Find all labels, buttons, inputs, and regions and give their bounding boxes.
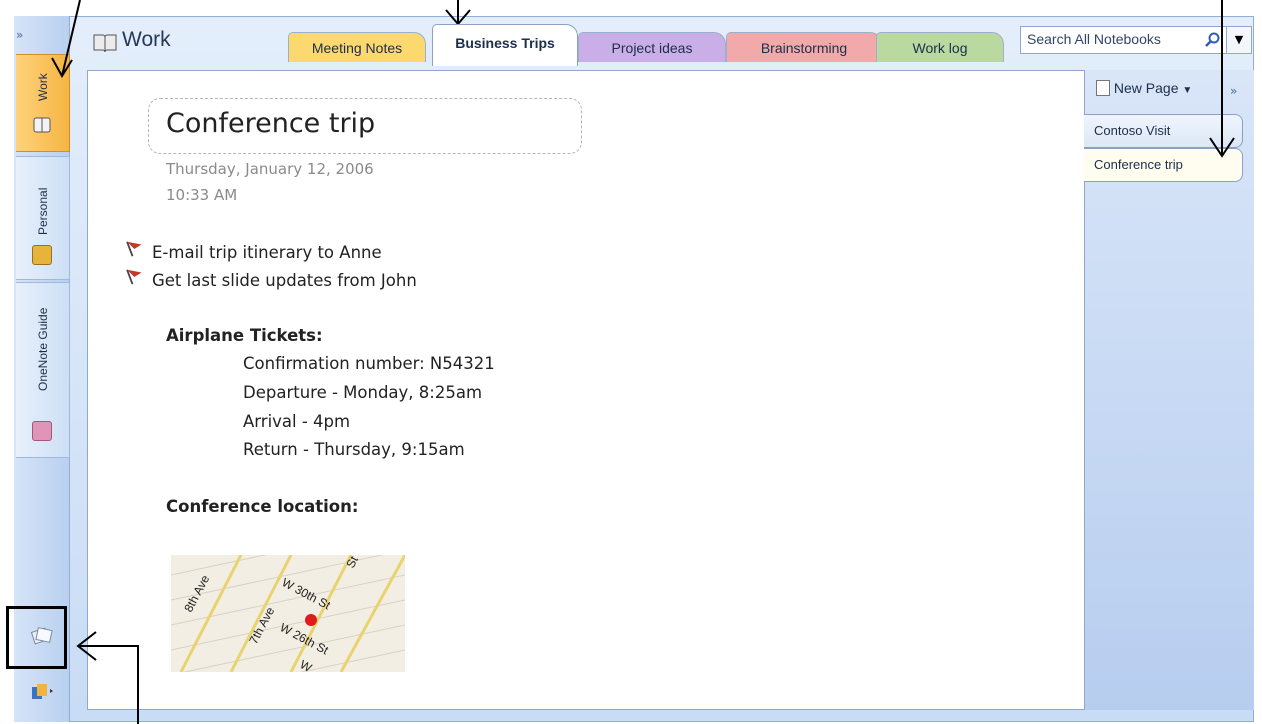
notebook-title: Work <box>122 28 171 51</box>
section-tab-brainstorming[interactable]: Brainstorming <box>726 32 882 62</box>
conference-map-image: 8th Ave W 30th St 7th Ave W 26th St St W <box>171 555 405 672</box>
notebook-tab-work[interactable]: Work <box>16 54 70 152</box>
notebook-tab-label: Work <box>36 73 50 101</box>
map-label: W 26th St <box>278 620 332 657</box>
collapse-navigation-button[interactable]: » <box>16 28 23 42</box>
new-page-label: New Page <box>1113 80 1179 96</box>
search-scope-dropdown[interactable]: ▼ <box>1227 26 1252 54</box>
flag-icon[interactable] <box>122 240 152 258</box>
map-drawing: 8th Ave W 30th St 7th Ave W 26th St St W <box>171 555 405 672</box>
new-page-icon <box>1096 80 1110 96</box>
notebook-icon <box>33 117 51 133</box>
search-placeholder: Search All Notebooks <box>1027 31 1161 47</box>
ticket-detail: Departure - Monday, 8:25am <box>243 383 483 402</box>
ticket-detail: Arrival - 4pm <box>243 412 351 431</box>
section-tab-project-ideas[interactable]: Project ideas <box>578 32 726 62</box>
task-text: Get last slide updates from John <box>152 271 417 290</box>
ticket-detail: Confirmation number: N54321 <box>243 354 495 373</box>
map-label: 7th Ave <box>246 604 277 646</box>
notebook-tab-label: Personal <box>36 187 50 235</box>
collapse-page-list-button[interactable]: » <box>1230 84 1237 98</box>
search-input[interactable]: Search All Notebooks <box>1020 26 1227 54</box>
map-label: W 30th St <box>280 575 334 612</box>
conference-location-heading: Conference location: <box>166 497 359 516</box>
task-text: E-mail trip itinerary to Anne <box>152 243 382 262</box>
page-tab-contoso-visit[interactable]: Contoso Visit <box>1084 114 1243 148</box>
search-icon[interactable] <box>1204 32 1220 48</box>
section-tab-meeting-notes[interactable]: Meeting Notes <box>288 32 426 62</box>
ticket-detail: Return - Thursday, 9:15am <box>243 440 465 459</box>
notebook-tab-label: OneNote Guide <box>36 307 50 391</box>
annotation-highlight-box <box>6 606 67 669</box>
notebook-tab-personal[interactable]: Personal <box>16 156 70 280</box>
page-date: Thursday, January 12, 2006 <box>166 160 374 178</box>
notebook-icon <box>32 421 52 441</box>
page-title[interactable]: Conference trip <box>166 108 375 139</box>
section-tab-business-trips[interactable]: Business Trips <box>432 24 578 66</box>
section-tab-work-log[interactable]: Work log <box>876 32 1004 62</box>
chevron-down-icon[interactable]: ▼ <box>1182 85 1192 96</box>
new-page-button[interactable]: New Page ▼ <box>1096 80 1192 96</box>
map-label: St <box>343 555 361 570</box>
airplane-tickets-heading: Airplane Tickets: <box>166 326 323 345</box>
task-item[interactable]: E-mail trip itinerary to Anne <box>122 240 382 262</box>
notebook-tab-onenote-guide[interactable]: OneNote Guide <box>16 282 70 458</box>
flag-icon[interactable] <box>122 268 152 286</box>
open-notebook-icon <box>93 34 117 53</box>
notebook-icon <box>32 245 52 265</box>
map-label: 8th Ave <box>181 572 212 614</box>
page-time: 10:33 AM <box>166 186 238 204</box>
task-item[interactable]: Get last slide updates from John <box>122 268 417 290</box>
page-tab-conference-trip[interactable]: Conference trip <box>1084 148 1243 182</box>
all-notebooks-icon[interactable] <box>30 680 54 702</box>
